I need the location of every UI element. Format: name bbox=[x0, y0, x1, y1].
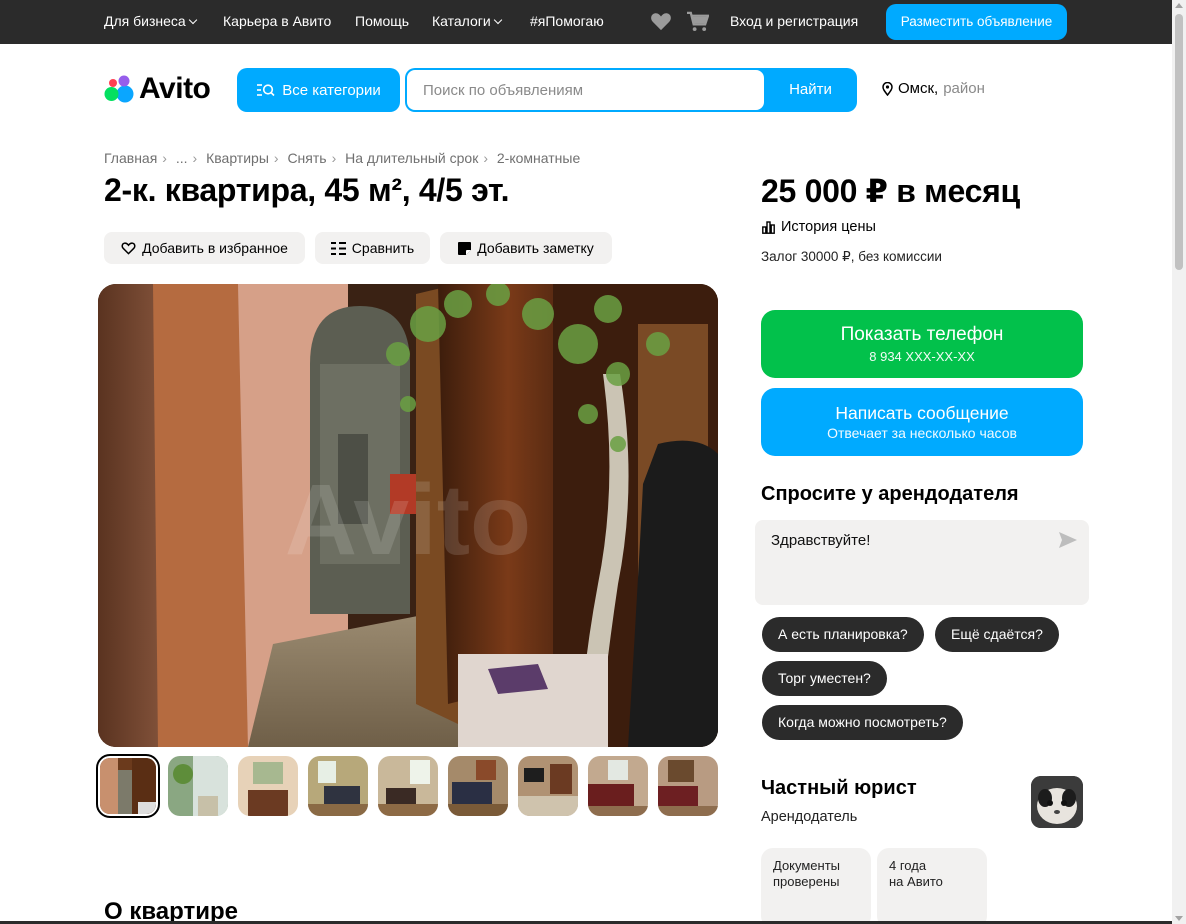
breadcrumb-separator: › bbox=[192, 150, 198, 166]
seller-name[interactable]: Частный юрист bbox=[761, 777, 917, 800]
ask-message-field[interactable]: Здравствуйте! bbox=[755, 520, 1089, 605]
nav-catalogs-label: Каталоги bbox=[432, 13, 491, 29]
scroll-up-icon[interactable] bbox=[1175, 3, 1183, 8]
login-link[interactable]: Вход и регистрация bbox=[730, 13, 858, 29]
thumbnail-6[interactable] bbox=[448, 756, 508, 816]
thumbnail-4[interactable] bbox=[308, 756, 368, 816]
location-district: район bbox=[943, 80, 985, 97]
badge-documents-line1: Документы bbox=[773, 858, 841, 873]
ask-landlord-heading: Спросите у арендодателя bbox=[761, 483, 1019, 505]
heart-outline-icon bbox=[121, 242, 136, 255]
seller-role: Арендодатель bbox=[761, 809, 858, 825]
write-message-button[interactable]: Написать сообщение Отвечает за несколько… bbox=[761, 388, 1083, 456]
show-phone-button[interactable]: Показать телефон 8 934 XXX-XX-XX bbox=[761, 310, 1083, 378]
nav-career[interactable]: Карьера в Авито bbox=[223, 13, 331, 29]
avito-logo[interactable]: Avito bbox=[103, 72, 211, 106]
quick-question-bargain[interactable]: Торг уместен? bbox=[762, 661, 887, 696]
scroll-down-icon[interactable] bbox=[1175, 916, 1183, 921]
avatar[interactable] bbox=[1031, 776, 1083, 828]
price-history-label: История цены bbox=[781, 219, 876, 235]
avito-logo-icon bbox=[104, 75, 134, 103]
badge-documents-line2: проверены bbox=[773, 874, 840, 889]
send-icon[interactable] bbox=[1059, 532, 1077, 553]
thumbnail-2[interactable] bbox=[168, 756, 228, 816]
price-history-link[interactable]: История цены bbox=[762, 219, 876, 235]
compare-button[interactable]: Сравнить bbox=[315, 232, 430, 264]
quick-question-viewing[interactable]: Когда можно посмотреть? bbox=[762, 705, 963, 740]
breadcrumb-ellipsis[interactable]: ... bbox=[176, 150, 188, 166]
thumbnail-1[interactable] bbox=[96, 754, 160, 818]
nav-catalogs[interactable]: Каталоги bbox=[432, 13, 502, 29]
chevron-down-icon bbox=[188, 15, 197, 25]
search-button[interactable]: Найти bbox=[764, 68, 857, 112]
logo-text: Avito bbox=[139, 72, 211, 105]
phone-masked: 8 934 XXX-XX-XX bbox=[869, 349, 975, 364]
add-note-label: Добавить заметку bbox=[477, 240, 594, 256]
main-photo[interactable]: Avito bbox=[98, 284, 718, 747]
breadcrumb-home[interactable]: Главная bbox=[104, 150, 157, 166]
deposit-info: Залог 30000 ₽, без комиссии bbox=[761, 249, 942, 264]
badge-years-line2: на Авито bbox=[889, 874, 943, 889]
badge-years-on-avito: 4 года на Авито bbox=[877, 848, 987, 924]
location-pin-icon bbox=[882, 81, 893, 96]
price: 25 000 ₽ в месяц bbox=[761, 173, 1020, 209]
thumbnail-5[interactable] bbox=[378, 756, 438, 816]
search-input[interactable] bbox=[407, 70, 764, 110]
svg-text:Avito: Avito bbox=[285, 464, 531, 576]
breadcrumb: Главная › ... › Квартиры › Снять › На длител… bbox=[104, 150, 580, 166]
badge-years-line1: 4 года bbox=[889, 858, 927, 873]
quick-question-available[interactable]: Ещё сдаётся? bbox=[935, 617, 1059, 652]
add-to-favorites-button[interactable]: Добавить в избранное bbox=[104, 232, 305, 264]
breadcrumb-rent[interactable]: Снять bbox=[287, 150, 326, 166]
breadcrumb-long-term[interactable]: На длительный срок bbox=[345, 150, 478, 166]
nav-help[interactable]: Помощь bbox=[355, 13, 409, 29]
post-ad-button[interactable]: Разместить объявление bbox=[886, 4, 1067, 40]
add-to-favorites-label: Добавить в избранное bbox=[142, 240, 288, 256]
bar-chart-icon bbox=[762, 220, 775, 234]
nav-ihelp[interactable]: #яПомогаю bbox=[530, 13, 604, 29]
compare-label: Сравнить bbox=[351, 240, 415, 256]
quick-question-layout[interactable]: А есть планировка? bbox=[762, 617, 924, 652]
breadcrumb-separator: › bbox=[273, 150, 279, 166]
breadcrumb-separator: › bbox=[483, 150, 488, 166]
reply-time: Отвечает за несколько часов bbox=[827, 425, 1017, 441]
listing-title: 2-к. квартира, 45 м², 4/5 эт. bbox=[104, 172, 510, 208]
heart-icon[interactable] bbox=[650, 11, 672, 36]
add-note-button[interactable]: Добавить заметку bbox=[440, 232, 612, 264]
breadcrumb-apartments[interactable]: Квартиры bbox=[206, 150, 269, 166]
top-bar: Для бизнеса Карьера в Авито Помощь Катал… bbox=[0, 0, 1172, 44]
note-icon bbox=[458, 241, 472, 255]
all-categories-label: Все категории bbox=[282, 81, 381, 99]
scrollbar-thumb[interactable] bbox=[1175, 14, 1183, 270]
badge-documents-verified: Документы проверены bbox=[761, 848, 871, 924]
all-categories-button[interactable]: Все категории bbox=[237, 68, 400, 112]
location-selector[interactable]: Омск, район bbox=[882, 80, 985, 97]
nav-business-label: Для бизнеса bbox=[104, 13, 186, 29]
breadcrumb-separator: › bbox=[331, 150, 337, 166]
compare-icon bbox=[330, 241, 346, 255]
ask-message-text[interactable]: Здравствуйте! bbox=[771, 532, 870, 549]
chevron-down-icon bbox=[493, 15, 502, 25]
show-phone-label: Показать телефон bbox=[840, 324, 1004, 345]
main-photo-image: Avito bbox=[98, 284, 718, 747]
breadcrumb-2-rooms[interactable]: 2-комнатные bbox=[497, 150, 580, 166]
location-city: Омск, bbox=[898, 80, 939, 97]
thumbnail-8[interactable] bbox=[588, 756, 648, 816]
breadcrumb-separator: › bbox=[162, 150, 167, 166]
thumbnail-7[interactable] bbox=[518, 756, 578, 816]
write-message-label: Написать сообщение bbox=[835, 403, 1009, 423]
thumbnail-3[interactable] bbox=[238, 756, 298, 816]
search-bar: Найти bbox=[405, 68, 857, 112]
thumbnail-9[interactable] bbox=[658, 756, 718, 816]
catalog-search-icon bbox=[257, 84, 275, 97]
page-scrollbar[interactable] bbox=[1172, 0, 1186, 924]
nav-business[interactable]: Для бизнеса bbox=[104, 13, 197, 29]
cart-icon[interactable] bbox=[686, 11, 710, 37]
